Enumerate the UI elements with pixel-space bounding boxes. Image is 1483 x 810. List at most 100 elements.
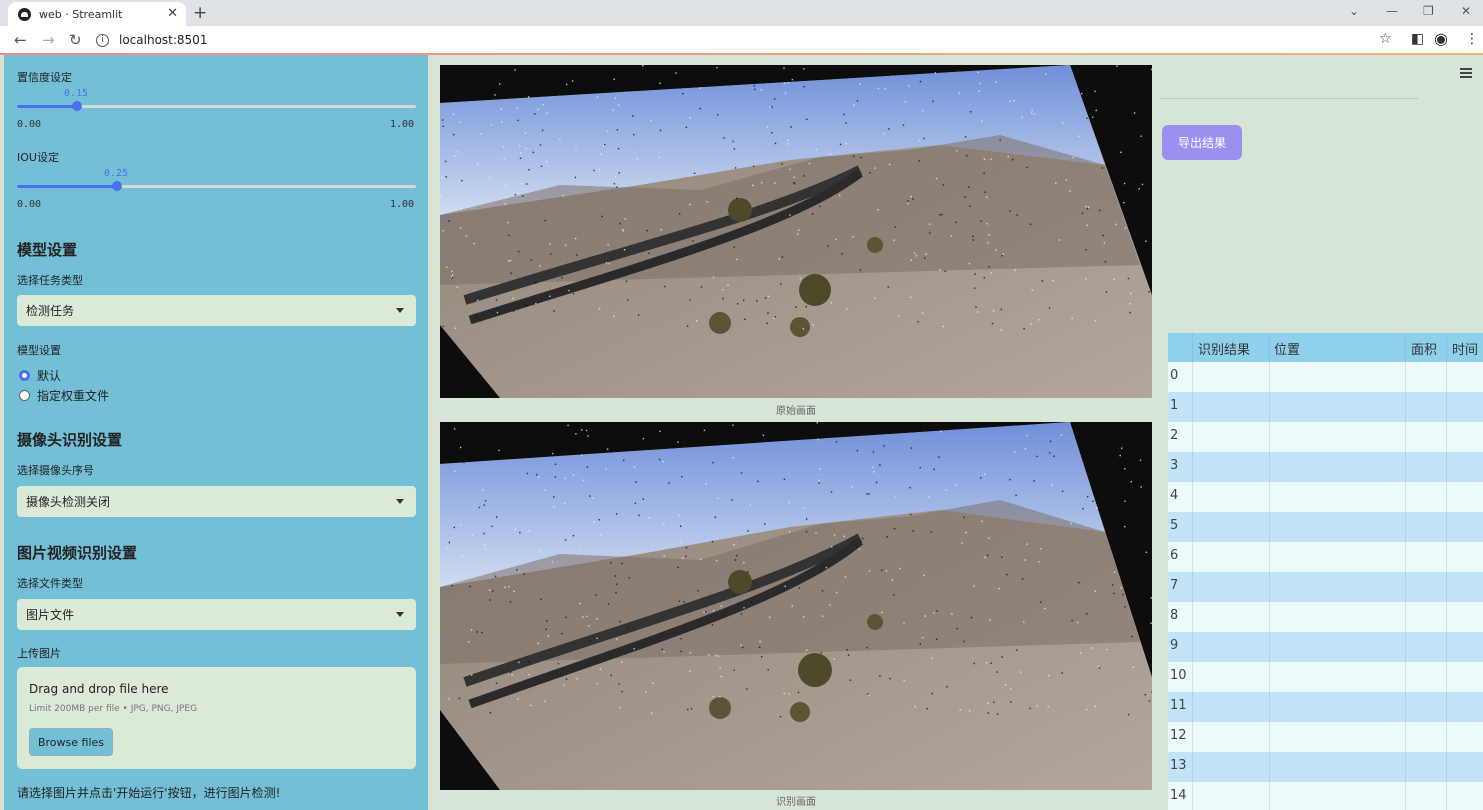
table-row[interactable]: 9 [1168,632,1483,662]
table-row[interactable]: 14 [1168,782,1483,810]
close-tab-icon[interactable]: ✕ [167,6,178,21]
confidence-min: 0.00 [17,119,42,130]
table-row[interactable]: 8 [1168,602,1483,632]
row-index: 6 [1170,548,1179,563]
dropdown-caret-icon [396,308,404,313]
confidence-slider[interactable] [17,101,416,111]
streamlit-favicon-icon [18,7,31,21]
row-index: 1 [1170,398,1179,413]
camera-select[interactable]: 摄像头检测关闭 [17,486,416,517]
row-index: 11 [1170,698,1187,713]
table-row[interactable]: 5 [1168,512,1483,542]
column-divider [1405,333,1406,810]
chevron-down-icon[interactable]: ⌄ [1349,4,1359,18]
file-limit-text: Limit 200MB per file • JPG, PNG, JPEG [29,704,198,714]
row-index: 5 [1170,518,1179,533]
original-caption: 原始画面 [776,406,816,417]
file-type-value: 图片文件 [26,608,75,622]
radio-selected-icon [19,370,30,381]
column-divider [1269,333,1270,810]
url-text: localhost:8501 [119,33,208,47]
column-header-position[interactable]: 位置 [1274,339,1300,358]
dropdown-caret-icon [396,499,404,504]
camera-index-label: 选择摄像头序号 [17,464,94,477]
row-index: 10 [1170,668,1187,683]
table-header: 识别结果 位置 面积 时间 [1168,333,1483,362]
row-index: 9 [1170,638,1179,653]
file-type-select[interactable]: 图片文件 [17,599,416,630]
column-header-result[interactable]: 识别结果 [1198,339,1250,358]
camera-select-value: 摄像头检测关闭 [26,495,111,509]
model-settings-label: 模型设置 [17,344,61,357]
site-info-icon[interactable]: i [96,33,109,47]
table-row[interactable]: 10 [1168,662,1483,692]
drag-drop-text: Drag and drop file here [29,682,169,696]
row-index: 0 [1170,368,1179,383]
camera-settings-heading: 摄像头识别设置 [17,431,123,449]
address-bar: ← → ↻ i localhost:8501 ☆ ◧ ◉ ⋮ [0,26,1483,54]
confidence-label: 置信度设定 [17,71,72,84]
profile-avatar-icon[interactable]: ◉ [1434,29,1448,48]
export-results-button[interactable]: 导出结果 [1162,125,1242,160]
iou-slider-thumb[interactable] [112,181,122,191]
browser-tab[interactable]: web · Streamlit ✕ [8,2,186,26]
table-row[interactable]: 6 [1168,542,1483,572]
restore-icon[interactable]: ❐ [1423,4,1434,18]
row-index: 4 [1170,488,1179,503]
task-type-value: 检测任务 [26,304,75,318]
browser-tab-bar: web · Streamlit ✕ + ⌄ — ❐ ✕ [0,0,1483,26]
bookmark-star-icon[interactable]: ☆ [1379,31,1392,47]
url-field[interactable]: i localhost:8501 [96,30,1366,50]
row-index: 12 [1170,728,1187,743]
confidence-max: 1.00 [390,119,415,130]
divider [1160,98,1418,99]
table-row[interactable]: 11 [1168,692,1483,722]
more-menu-icon[interactable]: ⋮ [1465,31,1479,47]
minimize-icon[interactable]: — [1386,4,1398,18]
reload-icon[interactable]: ↻ [69,31,82,49]
radio-custom-weights[interactable]: 指定权重文件 [19,387,109,404]
dropdown-caret-icon [396,612,404,617]
sidebar: 置信度设定 0.15 0.00 1.00 IOU设定 0.25 0.00 1.0… [4,55,428,810]
window-close-icon[interactable]: ✕ [1461,4,1471,18]
confidence-value: 0.15 [64,88,89,99]
task-type-select[interactable]: 检测任务 [17,295,416,326]
table-row[interactable]: 13 [1168,752,1483,782]
column-header-area[interactable]: 面积 [1411,339,1437,358]
table-row[interactable]: 1 [1168,392,1483,422]
table-row[interactable]: 2 [1168,422,1483,452]
forward-icon[interactable]: → [42,31,55,49]
confidence-slider-thumb[interactable] [72,101,82,111]
radio-default[interactable]: 默认 [19,367,61,384]
side-panel-icon[interactable]: ◧ [1411,31,1424,47]
original-image [440,65,1152,398]
iou-label: IOU设定 [17,151,59,164]
hamburger-menu-icon[interactable] [1460,68,1472,78]
iou-max: 1.00 [390,199,415,210]
radio-custom-weights-label: 指定权重文件 [37,389,110,403]
row-index: 3 [1170,458,1179,473]
row-index: 14 [1170,788,1187,803]
result-image [440,422,1152,790]
table-row[interactable]: 12 [1168,722,1483,752]
table-row[interactable]: 7 [1168,572,1483,602]
tab-title: web · Streamlit [39,7,123,21]
table-row[interactable]: 4 [1168,482,1483,512]
new-tab-icon[interactable]: + [193,3,207,23]
results-table[interactable]: 识别结果 位置 面积 时间 0 1 2 3 4 5 6 7 8 9 10 11 … [1168,333,1483,810]
table-row[interactable]: 3 [1168,452,1483,482]
row-index: 8 [1170,608,1179,623]
radio-unselected-icon [19,390,30,401]
column-divider [1446,333,1447,810]
instruction-text: 请选择图片并点击'开始运行'按钮，进行图片检测! [17,786,281,800]
file-uploader-dropzone[interactable]: Drag and drop file here Limit 200MB per … [17,667,416,769]
radio-default-label: 默认 [37,369,62,383]
iou-min: 0.00 [17,199,42,210]
column-divider [1192,333,1193,810]
iou-slider[interactable] [17,181,416,191]
result-caption: 识别画面 [776,797,816,808]
browse-files-button[interactable]: Browse files [29,728,113,756]
table-row[interactable]: 0 [1168,362,1483,392]
back-icon[interactable]: ← [14,31,27,49]
column-header-time[interactable]: 时间 [1452,339,1478,358]
